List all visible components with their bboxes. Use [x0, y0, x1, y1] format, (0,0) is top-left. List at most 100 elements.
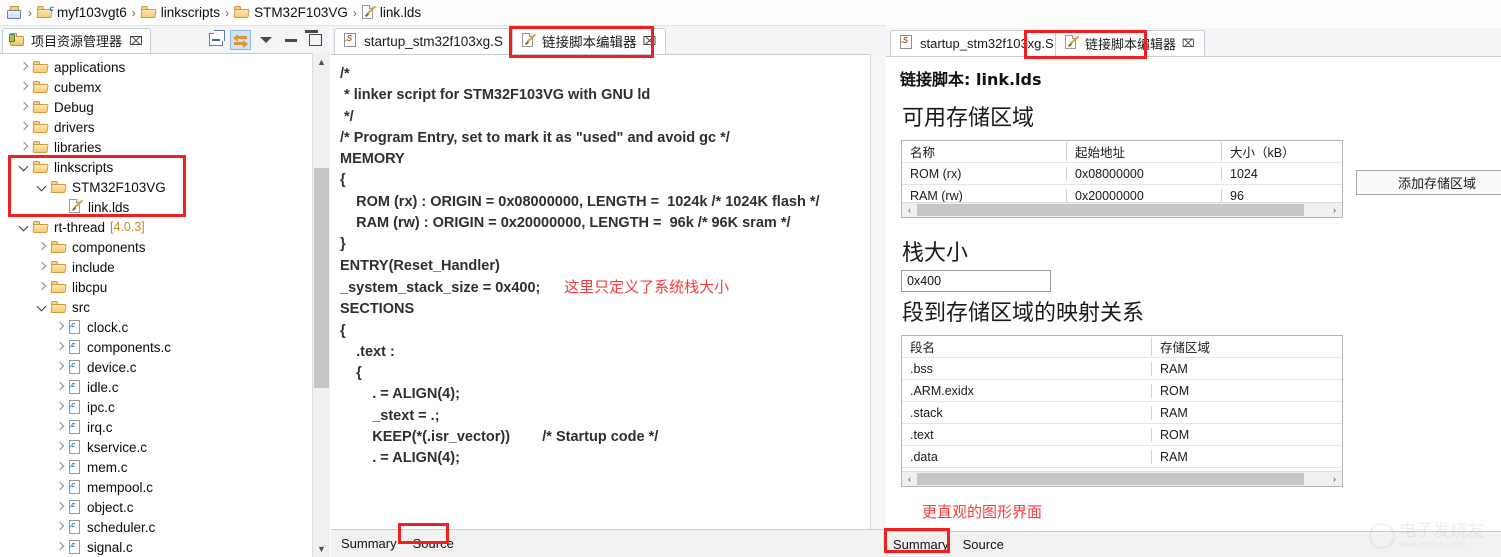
explorer-vertical-scrollbar[interactable]: ▲ ▼ [312, 53, 330, 557]
tree-item-mem-c[interactable]: .c mem.c [0, 457, 313, 477]
tree-item-clock-c[interactable]: .c clock.c [0, 317, 313, 337]
close-icon[interactable]: ⌧ [129, 34, 143, 48]
table-row[interactable]: .data RAM [902, 446, 1342, 468]
section-mapping-table[interactable]: 段名 存储区域 .bss RAM .ARM.exidx ROM .stack RAM .text… [901, 335, 1343, 487]
editor-vertical-scrollbar[interactable] [870, 54, 886, 530]
column-header[interactable]: 名称 [902, 142, 1067, 161]
add-memory-region-button[interactable]: 添加存储区域 [1356, 170, 1501, 195]
tab-source[interactable]: Source [956, 535, 1011, 554]
breadcrumb-item-STM32F103VG[interactable]: STM32F103VG [233, 5, 348, 20]
chevron-right-icon[interactable] [54, 461, 67, 474]
scroll-left-icon[interactable]: ‹ [902, 472, 917, 486]
tree-item-src[interactable]: src [0, 297, 313, 317]
code-area[interactable]: /* * linker script for STM32F103VG with … [331, 54, 871, 530]
chevron-down-icon[interactable] [36, 181, 49, 194]
tree-item-kservice-c[interactable]: .c kservice.c [0, 437, 313, 457]
chevron-right-icon[interactable] [54, 401, 67, 414]
tree-item-applications[interactable]: applications [0, 57, 313, 77]
link-with-editor-icon[interactable] [230, 29, 251, 50]
chevron-right-icon[interactable] [36, 281, 49, 294]
tree-item-mempool-c[interactable]: .c mempool.c [0, 477, 313, 497]
chevron-down-icon[interactable] [18, 161, 31, 174]
scroll-left-icon[interactable]: ‹ [902, 203, 917, 217]
tab-project-explorer[interactable]: 项目资源管理器 ⌧ [2, 28, 151, 53]
chevron-right-icon[interactable] [54, 421, 67, 434]
tab-source[interactable]: Source [407, 534, 460, 553]
tree-item-libraries[interactable]: libraries [0, 137, 313, 157]
chevron-right-icon[interactable] [54, 361, 67, 374]
chevron-right-icon[interactable] [18, 141, 31, 154]
view-menu-icon[interactable] [255, 30, 276, 50]
breadcrumb-item-link.lds[interactable]: link.lds [361, 4, 421, 21]
breadcrumb-item-myf103vgt6[interactable]: c myf103vgt6 [36, 4, 127, 20]
tree-item-debug[interactable]: Debug [0, 97, 313, 117]
tree-item-libcpu[interactable]: libcpu [0, 277, 313, 297]
column-header[interactable]: 起始地址 [1067, 142, 1222, 161]
chevron-right-icon[interactable] [54, 501, 67, 514]
minimize-icon[interactable] [280, 30, 301, 50]
column-header[interactable]: 段名 [902, 337, 1152, 356]
tab-startup-asm[interactable]: .S startup_stm32f103xg.S [890, 30, 1064, 56]
tree-item-scheduler-c[interactable]: .c scheduler.c [0, 517, 313, 537]
chevron-right-icon[interactable] [54, 481, 67, 494]
chevron-right-icon[interactable] [18, 81, 31, 94]
column-header[interactable]: 大小（kB） [1222, 142, 1342, 161]
tab-summary[interactable]: Summary [886, 535, 956, 554]
tree-item-rt-thread[interactable]: rt-thread [4.0.3] [0, 217, 313, 237]
table-row[interactable]: .text ROM [902, 424, 1342, 446]
chevron-right-icon[interactable] [36, 261, 49, 274]
collapse-all-icon[interactable] [205, 30, 226, 50]
tree-item-device-c[interactable]: .c device.c [0, 357, 313, 377]
breadcrumb-item-linkscripts[interactable]: linkscripts [140, 5, 220, 20]
scrollbar-thumb[interactable] [314, 168, 329, 388]
scroll-right-icon[interactable]: › [1327, 472, 1342, 486]
chevron-right-icon[interactable] [18, 61, 31, 74]
tree-item-linkscripts[interactable]: linkscripts [0, 157, 313, 177]
column-header[interactable]: 存储区域 [1152, 337, 1342, 356]
chevron-right-icon[interactable] [18, 101, 31, 114]
tree-item-signal-c[interactable]: .c signal.c [0, 537, 313, 557]
tree-item-object-c[interactable]: .c object.c [0, 497, 313, 517]
tree-item-components[interactable]: components [0, 237, 313, 257]
chevron-right-icon[interactable] [54, 441, 67, 454]
chevron-down-icon[interactable] [36, 301, 49, 314]
project-tree[interactable]: applications cubemx Debug drivers libraries l… [0, 53, 313, 557]
tree-item-stm32f103vg[interactable]: STM32F103VG [0, 177, 313, 197]
tree-item-ipc-c[interactable]: .c ipc.c [0, 397, 313, 417]
tree-item-idle-c[interactable]: .c idle.c [0, 377, 313, 397]
scroll-up-icon[interactable]: ▲ [313, 53, 330, 70]
tab-linker-script-editor[interactable]: 链接脚本编辑器 ⌧ [1055, 30, 1205, 56]
tree-item-include[interactable]: include [0, 257, 313, 277]
table-row[interactable]: .bss RAM [902, 358, 1342, 380]
tree-item-link-lds[interactable]: link.lds [0, 197, 313, 217]
scrollbar-thumb[interactable] [917, 473, 1304, 485]
table-row[interactable]: .stack RAM [902, 402, 1342, 424]
chevron-right-icon[interactable] [54, 321, 67, 334]
close-icon[interactable]: ⌧ [1182, 37, 1195, 50]
scroll-right-icon[interactable]: › [1327, 203, 1342, 217]
chevron-right-icon[interactable] [54, 341, 67, 354]
breadcrumb[interactable]: › c myf103vgt6 › linkscripts › STM32F103VG › lin… [0, 0, 886, 26]
scrollbar-thumb[interactable] [917, 204, 1304, 216]
tab-summary[interactable]: Summary [335, 534, 403, 553]
chevron-right-icon[interactable] [18, 121, 31, 134]
chevron-right-icon[interactable] [54, 541, 67, 554]
stack-size-input[interactable]: 0x400 [901, 270, 1051, 292]
table-row[interactable]: ROM (rx) 0x08000000 1024 [902, 163, 1342, 185]
memory-regions-table[interactable]: 名称 起始地址 大小（kB） ROM (rx) 0x08000000 1024 RAM (r… [901, 140, 1343, 218]
maximize-icon[interactable] [305, 30, 326, 50]
chevron-right-icon[interactable] [54, 381, 67, 394]
tree-item-irq-c[interactable]: .c irq.c [0, 417, 313, 437]
tab-startup-asm[interactable]: .S startup_stm32f103xg.S [334, 28, 513, 54]
chevron-right-icon[interactable] [36, 241, 49, 254]
chevron-down-icon[interactable] [18, 221, 31, 234]
tree-item-components-c[interactable]: .c components.c [0, 337, 313, 357]
table-row[interactable]: .ARM.exidx ROM [902, 380, 1342, 402]
table-horizontal-scrollbar[interactable]: ‹ › [902, 202, 1342, 217]
tree-item-cubemx[interactable]: cubemx [0, 77, 313, 97]
chevron-right-icon[interactable] [54, 521, 67, 534]
table-horizontal-scrollbar[interactable]: ‹ › [902, 471, 1342, 486]
close-icon[interactable]: ⌧ [643, 34, 657, 48]
tree-item-drivers[interactable]: drivers [0, 117, 313, 137]
tab-linker-script-editor[interactable]: 链接脚本编辑器 ⌧ [512, 28, 667, 54]
